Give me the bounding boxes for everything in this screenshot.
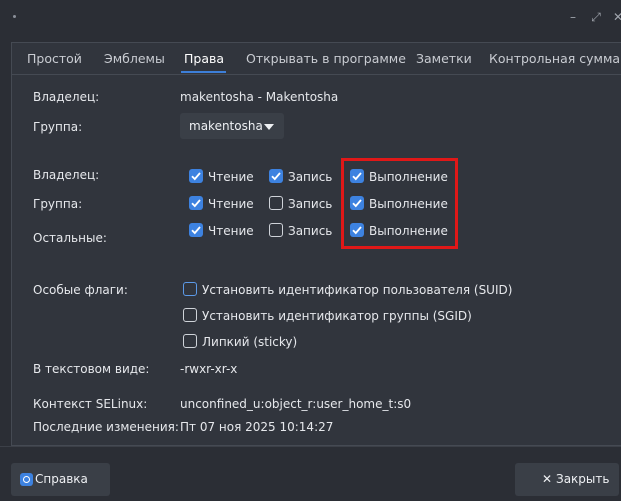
tab-notes[interactable]: Заметки [416, 51, 472, 66]
tab-bar: Простой Эмблемы Права Открывать в програ… [11, 42, 621, 75]
last-modified-label: Последние изменения: [33, 420, 179, 434]
sticky-checkbox[interactable] [183, 334, 197, 348]
close-button[interactable]: ✕ Закрыть [515, 463, 619, 496]
tab-separator [11, 74, 621, 75]
footer-separator [0, 446, 621, 447]
group-write-label: Запись [288, 197, 333, 211]
tab-checksum[interactable]: Контрольная сумма [489, 51, 620, 66]
sgid-label: Установить идентификатор группы (SGID) [202, 309, 472, 323]
chevron-down-icon [264, 124, 274, 130]
tab-permissions[interactable]: Права [184, 51, 224, 66]
sgid-checkbox[interactable] [183, 308, 197, 322]
maximize-icon[interactable]: ⤢ [589, 9, 603, 25]
others-read-checkbox[interactable] [189, 223, 203, 237]
suid-label: Установить идентификатор пользователя (S… [202, 283, 513, 297]
owner-label: Владелец: [33, 90, 100, 104]
tab-open-with[interactable]: Открывать в программе [246, 51, 406, 66]
group-label: Группа: [33, 120, 83, 134]
perm-others-label: Остальные: [33, 231, 107, 245]
owner-value: makentosha - Makentosha [180, 90, 339, 104]
text-view-label: В текстовом виде: [33, 362, 150, 376]
selinux-value: unconfined_u:object_r:user_home_t:s0 [180, 397, 412, 411]
close-icon[interactable]: ✕ [611, 9, 621, 25]
owner-read-label: Чтение [208, 170, 254, 184]
perm-group-label: Группа: [33, 197, 83, 211]
last-modified-value: Пт 07 ноя 2025 10:14:27 [180, 420, 334, 434]
others-write-checkbox[interactable] [269, 223, 283, 237]
exec-highlight-box [341, 158, 458, 249]
help-button[interactable]: Справка [11, 463, 110, 496]
minimize-icon[interactable]: – [566, 9, 580, 25]
group-select[interactable]: makentosha [180, 113, 284, 139]
perm-owner-label: Владелец: [33, 168, 100, 182]
owner-write-checkbox[interactable] [269, 169, 283, 183]
owner-read-checkbox[interactable] [189, 169, 203, 183]
group-read-checkbox[interactable] [189, 196, 203, 210]
tab-emblems[interactable]: Эмблемы [104, 51, 165, 66]
help-button-label: Справка [35, 472, 88, 486]
suid-checkbox[interactable] [183, 282, 197, 296]
sticky-label: Липкий (sticky) [202, 335, 298, 349]
title-bar: – ⤢ ✕ [0, 0, 621, 34]
group-read-label: Чтение [208, 197, 254, 211]
special-flags-label: Особые флаги: [33, 283, 128, 297]
selinux-label: Контекст SELinux: [33, 397, 148, 411]
help-icon [20, 473, 33, 486]
close-x-icon: ✕ [542, 472, 553, 486]
others-read-label: Чтение [208, 224, 254, 238]
group-select-value: makentosha [189, 119, 263, 133]
close-button-label: Закрыть [556, 472, 610, 486]
group-write-checkbox[interactable] [269, 196, 283, 210]
others-write-label: Запись [288, 224, 333, 238]
owner-write-label: Запись [288, 170, 333, 184]
text-view-value: -rwxr-xr-x [180, 362, 238, 376]
window-menu-icon[interactable] [13, 15, 16, 18]
active-tab-indicator [181, 71, 226, 73]
tab-basic[interactable]: Простой [27, 51, 82, 66]
